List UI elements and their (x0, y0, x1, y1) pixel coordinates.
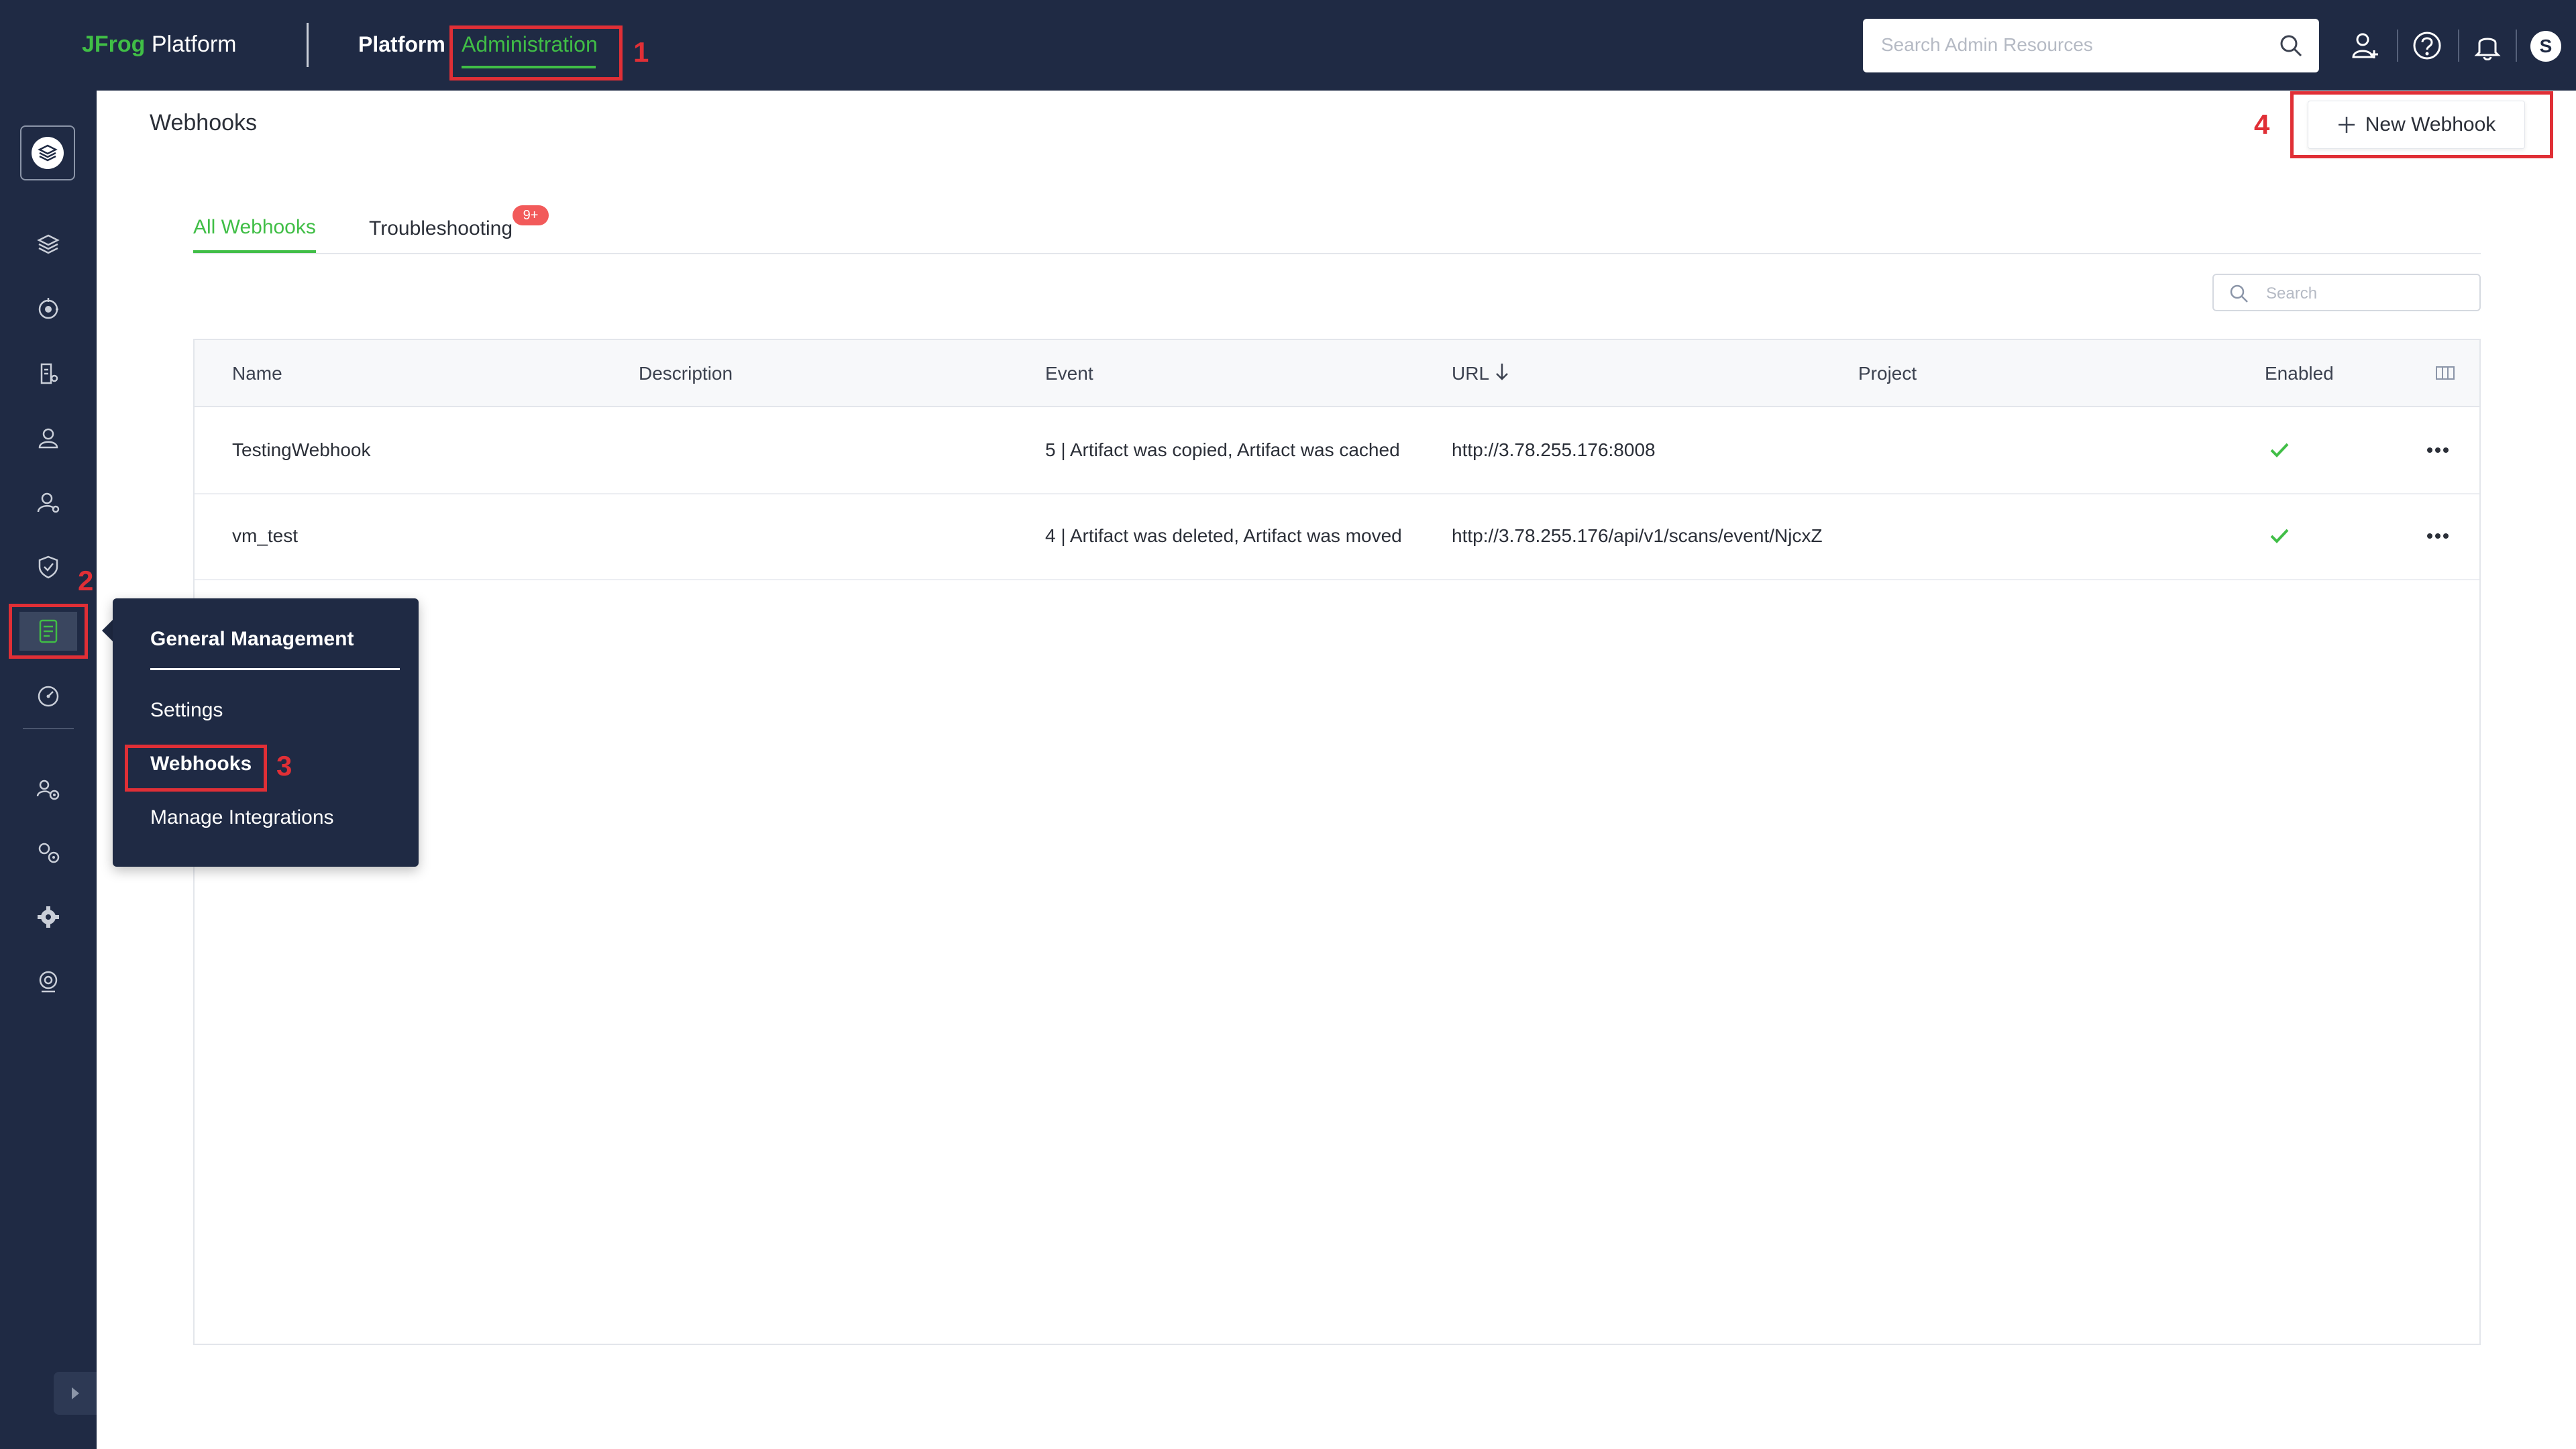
enabled-check-icon (2267, 524, 2292, 551)
annotation-box-4 (2290, 91, 2553, 158)
admin-search-input[interactable]: Search Admin Resources (1863, 19, 2319, 72)
add-user-icon[interactable] (2347, 27, 2384, 64)
enabled-check-icon (2267, 438, 2292, 466)
table-header: Name Description Event URL Project Enabl… (195, 340, 2479, 407)
admin-search-placeholder: Search Admin Resources (1881, 34, 2093, 55)
menu-item-manage-integrations[interactable]: Manage Integrations (150, 806, 334, 829)
platform-switcher[interactable] (20, 125, 75, 180)
brand-rest: Platform (145, 32, 237, 57)
column-header-enabled[interactable]: Enabled (2265, 363, 2334, 384)
caret-right-icon (72, 1387, 79, 1399)
sidebar-expand-button[interactable] (54, 1372, 97, 1415)
gear-user-icon[interactable] (30, 771, 67, 808)
table-row[interactable]: TestingWebhook 5 | Artifact was copied, … (195, 409, 2479, 494)
general-management-flyout: General Management Settings Webhooks Man… (113, 598, 419, 867)
menu-item-settings[interactable]: Settings (150, 699, 223, 722)
cell-name[interactable]: vm_test (232, 525, 608, 547)
top-bar: JFrog Platform Platform Administration S… (0, 0, 2576, 91)
cell-name[interactable]: TestingWebhook (232, 439, 608, 461)
user-avatar[interactable]: S (2530, 31, 2561, 62)
dashboard-gauge-icon[interactable] (30, 677, 67, 714)
flyout-pointer (102, 620, 113, 641)
document-icon (19, 612, 77, 651)
annotation-number-1: 1 (633, 36, 649, 68)
help-icon[interactable] (2408, 27, 2446, 64)
column-header-url[interactable]: URL (1452, 363, 1489, 384)
brand-logo[interactable]: JFrog Platform (82, 30, 237, 59)
tab-all-webhooks[interactable]: All Webhooks (193, 216, 316, 239)
sidebar-separator (23, 728, 74, 729)
cog-icon[interactable] (30, 898, 67, 936)
top-separator (2397, 30, 2398, 62)
distribution-icon[interactable] (30, 290, 67, 328)
table-search-input[interactable]: Search (2212, 274, 2481, 311)
bell-icon[interactable] (2469, 27, 2506, 64)
layers-icon[interactable] (30, 226, 67, 264)
column-header-description[interactable]: Description (639, 363, 733, 384)
webhooks-table: Name Description Event URL Project Enabl… (193, 339, 2481, 1345)
top-divider (307, 23, 309, 67)
tab-troubleshooting[interactable]: Troubleshooting (369, 217, 513, 240)
pipelines-icon[interactable] (30, 355, 67, 392)
flyout-divider (150, 668, 400, 670)
cell-url: http://3.78.255.176/api/v1/scans/event/N… (1452, 525, 1823, 546)
column-header-project[interactable]: Project (1858, 363, 1917, 384)
search-icon[interactable] (2277, 32, 2304, 62)
annotation-number-2: 2 (78, 565, 94, 596)
nav-platform[interactable]: Platform (358, 32, 445, 57)
cell-url: http://3.78.255.176:8008 (1452, 439, 1656, 460)
columns-config-icon[interactable] (2435, 364, 2455, 386)
user-settings-icon[interactable] (30, 484, 67, 521)
annotation-number-4: 4 (2254, 109, 2270, 140)
table-row[interactable]: vm_test 4 | Artifact was deleted, Artifa… (195, 494, 2479, 580)
cell-event: 4 | Artifact was deleted, Artifact was m… (1045, 525, 1402, 546)
column-header-event[interactable]: Event (1045, 363, 1093, 384)
brand-accent: JFrog (82, 32, 146, 57)
page-title: Webhooks (150, 110, 258, 136)
gear-settings-icon[interactable] (30, 834, 67, 871)
row-actions-menu-icon[interactable] (2427, 533, 2449, 539)
top-separator (2516, 30, 2517, 62)
support-icon[interactable] (30, 963, 67, 1000)
cell-event: 5 | Artifact was copied, Artifact was ca… (1045, 439, 1400, 460)
table-search-placeholder: Search (2266, 284, 2318, 303)
user-icon[interactable] (30, 419, 67, 457)
search-icon (2229, 283, 2250, 308)
layers-logo-icon (32, 137, 64, 169)
tabs-divider (193, 253, 2481, 254)
shield-icon[interactable] (30, 548, 67, 586)
annotation-number-3: 3 (276, 750, 292, 782)
top-separator (2458, 30, 2459, 62)
annotation-box-1 (449, 25, 623, 80)
left-sidebar (0, 91, 97, 1449)
column-header-name[interactable]: Name (232, 363, 282, 384)
general-management-nav[interactable] (9, 604, 88, 659)
sort-descending-icon[interactable] (1494, 362, 1510, 386)
annotation-box-3 (125, 745, 267, 792)
flyout-title: General Management (150, 628, 354, 650)
troubleshooting-badge: 9+ (513, 205, 549, 225)
row-actions-menu-icon[interactable] (2427, 447, 2449, 453)
